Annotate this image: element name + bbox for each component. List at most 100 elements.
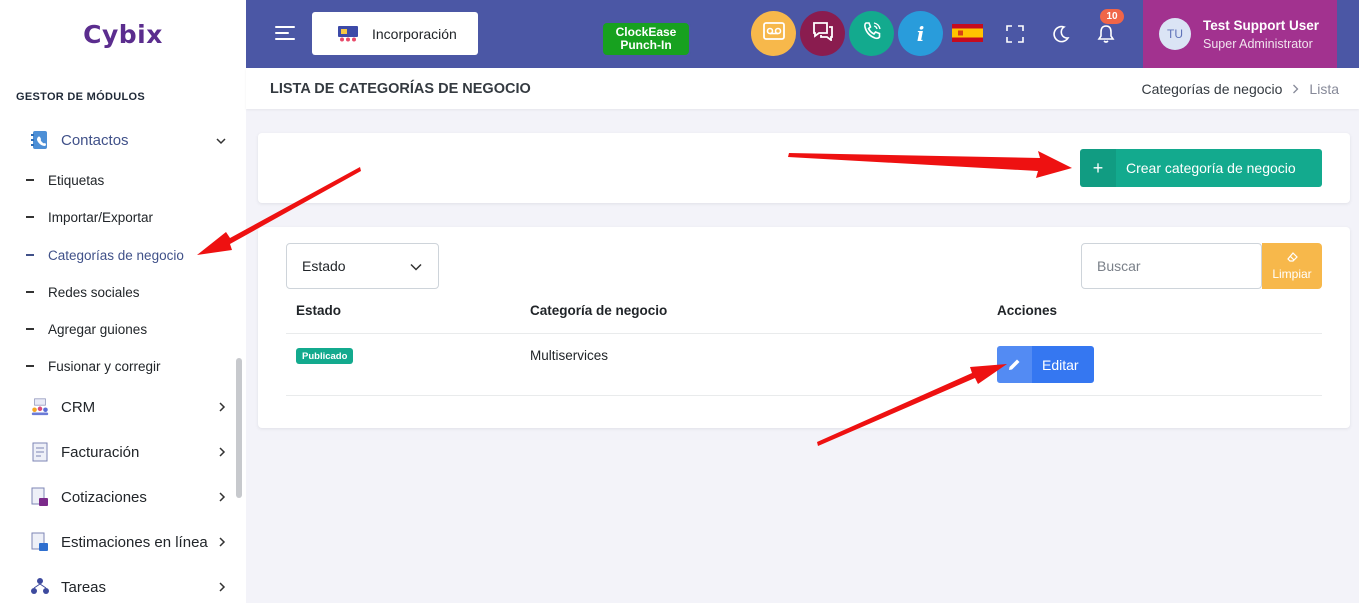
spain-flag-icon[interactable] bbox=[952, 24, 983, 42]
breadcrumb: Categorías de negocio Lista bbox=[1142, 81, 1339, 97]
voicemail-icon bbox=[762, 22, 785, 45]
sidebar: Cybix GESTOR DE MÓDULOS Contactos Etique… bbox=[0, 0, 246, 603]
sidebar-item-cotizaciones[interactable]: Cotizaciones bbox=[30, 482, 230, 512]
sidebar-item-crm[interactable]: CRM bbox=[30, 392, 230, 422]
crm-icon bbox=[30, 397, 50, 417]
table-divider bbox=[286, 333, 1322, 334]
sidebar-item-facturacion[interactable]: Facturación bbox=[30, 437, 230, 467]
sidebar-item-tareas[interactable]: Tareas bbox=[30, 572, 230, 602]
logo[interactable]: Cybix bbox=[0, 0, 246, 68]
sidebar-subitem-label: Etiquetas bbox=[48, 172, 105, 188]
contacts-book-icon bbox=[30, 130, 50, 150]
chat-button[interactable] bbox=[800, 11, 845, 56]
breadcrumb-chevron-icon bbox=[1292, 82, 1299, 97]
sidebar-subitem-categorias[interactable]: Categorías de negocio bbox=[26, 244, 184, 266]
onboarding-label: Incorporación bbox=[372, 25, 457, 42]
tasks-icon bbox=[30, 577, 50, 597]
status-select[interactable]: Estado bbox=[286, 243, 439, 289]
fullscreen-icon[interactable] bbox=[1003, 22, 1027, 46]
sidebar-scrollbar[interactable] bbox=[236, 358, 242, 498]
sidebar-subitem-guiones[interactable]: Agregar guiones bbox=[26, 318, 147, 340]
plus-icon: + bbox=[1080, 149, 1116, 187]
onboarding-icon bbox=[338, 25, 358, 42]
logo-text: Cybix bbox=[83, 19, 163, 49]
column-header-status: Estado bbox=[296, 303, 342, 318]
edit-button[interactable]: Editar bbox=[997, 346, 1094, 383]
eraser-icon bbox=[1286, 251, 1298, 265]
phone-button[interactable] bbox=[849, 11, 894, 56]
info-icon: i bbox=[916, 21, 925, 46]
sidebar-subitem-label: Agregar guiones bbox=[48, 321, 148, 337]
chevron-down-icon bbox=[216, 132, 226, 148]
chevron-right-icon bbox=[218, 579, 226, 595]
topbar: Incorporación ClockEase Punch-In i 10 TU bbox=[246, 0, 1359, 68]
dash-icon bbox=[26, 365, 34, 367]
list-card: Estado Limpiar Estado Categoría de negoc… bbox=[258, 227, 1350, 428]
sidebar-subitem-redes[interactable]: Redes sociales bbox=[26, 281, 140, 303]
sidebar-item-label: Cotizaciones bbox=[61, 488, 147, 506]
user-role: Super Administrator bbox=[1203, 36, 1313, 51]
chevron-right-icon bbox=[218, 444, 226, 460]
sidebar-subitem-label: Redes sociales bbox=[48, 284, 140, 300]
avatar: TU bbox=[1159, 18, 1191, 50]
clock-line2: Punch-In bbox=[620, 38, 672, 52]
sidebar-item-label: Estimaciones en línea bbox=[61, 533, 208, 551]
table-divider bbox=[286, 395, 1322, 396]
onboarding-button[interactable]: Incorporación bbox=[312, 12, 478, 55]
user-name: Test Support User bbox=[1203, 17, 1320, 33]
chat-icon bbox=[812, 21, 834, 46]
page-title: LISTA DE CATEGORÍAS DE NEGOCIO bbox=[270, 81, 531, 97]
breadcrumb-item-categorias[interactable]: Categorías de negocio bbox=[1142, 81, 1283, 97]
create-button-label: Crear categoría de negocio bbox=[1126, 160, 1296, 176]
clear-button[interactable]: Limpiar bbox=[1262, 243, 1322, 289]
sidebar-subitem-importar[interactable]: Importar/Exportar bbox=[26, 206, 153, 228]
sidebar-item-label: CRM bbox=[61, 398, 96, 416]
dash-icon bbox=[26, 216, 34, 218]
breadcrumb-item-lista: Lista bbox=[1309, 81, 1339, 97]
user-menu[interactable]: TU Test Support User Super Administrator bbox=[1143, 0, 1337, 68]
pencil-icon bbox=[997, 346, 1032, 383]
dash-icon bbox=[26, 291, 34, 293]
sidebar-subitem-fusionar[interactable]: Fusionar y corregir bbox=[26, 355, 161, 377]
sidebar-subitem-label: Categorías de negocio bbox=[48, 247, 184, 263]
notifications-bell-icon[interactable] bbox=[1094, 22, 1118, 46]
create-business-category-button[interactable]: + Crear categoría de negocio bbox=[1080, 149, 1322, 187]
sidebar-subitem-etiquetas[interactable]: Etiquetas bbox=[26, 169, 104, 191]
create-card: + Crear categoría de negocio bbox=[258, 133, 1350, 203]
status-select-value: Estado bbox=[302, 258, 346, 274]
sidebar-section-title: GESTOR DE MÓDULOS bbox=[16, 91, 145, 103]
column-header-category: Categoría de negocio bbox=[530, 303, 668, 318]
estimate-icon bbox=[30, 532, 50, 552]
chevron-down-icon bbox=[410, 258, 422, 274]
sidebar-item-label: Facturación bbox=[61, 443, 140, 461]
notifications-count-badge: 10 bbox=[1100, 9, 1124, 24]
invoice-icon bbox=[30, 442, 50, 462]
sidebar-item-label: Contactos bbox=[61, 131, 129, 149]
chevron-right-icon bbox=[218, 399, 226, 415]
dash-icon bbox=[26, 328, 34, 330]
page-title-bar: LISTA DE CATEGORÍAS DE NEGOCIO Categoría… bbox=[246, 68, 1359, 109]
clockease-punch-in-button[interactable]: ClockEase Punch-In bbox=[601, 21, 691, 57]
dash-icon bbox=[26, 254, 34, 256]
chevron-right-icon bbox=[218, 534, 226, 550]
chevron-right-icon bbox=[218, 489, 226, 505]
info-button[interactable]: i bbox=[898, 11, 943, 56]
phone-call-icon bbox=[862, 21, 882, 46]
column-header-actions: Acciones bbox=[997, 303, 1058, 318]
sidebar-subitem-label: Fusionar y corregir bbox=[48, 358, 161, 374]
dash-icon bbox=[26, 179, 34, 181]
sidebar-item-estimaciones[interactable]: Estimaciones en línea bbox=[30, 527, 230, 557]
hamburger-menu-icon[interactable] bbox=[275, 25, 295, 41]
sidebar-item-contacts[interactable]: Contactos bbox=[30, 125, 230, 155]
search-input[interactable] bbox=[1081, 243, 1262, 289]
voicemail-button[interactable] bbox=[751, 11, 796, 56]
dark-mode-moon-icon[interactable] bbox=[1049, 22, 1073, 46]
user-info: Test Support User Super Administrator bbox=[1203, 18, 1319, 51]
status-badge: Publicado bbox=[296, 348, 354, 364]
quote-icon bbox=[30, 487, 50, 507]
clear-label: Limpiar bbox=[1272, 267, 1312, 281]
category-cell: Multiservices bbox=[530, 348, 609, 363]
sidebar-subitem-label: Importar/Exportar bbox=[48, 209, 154, 225]
sidebar-item-label: Tareas bbox=[61, 578, 107, 596]
edit-label: Editar bbox=[1042, 356, 1079, 373]
